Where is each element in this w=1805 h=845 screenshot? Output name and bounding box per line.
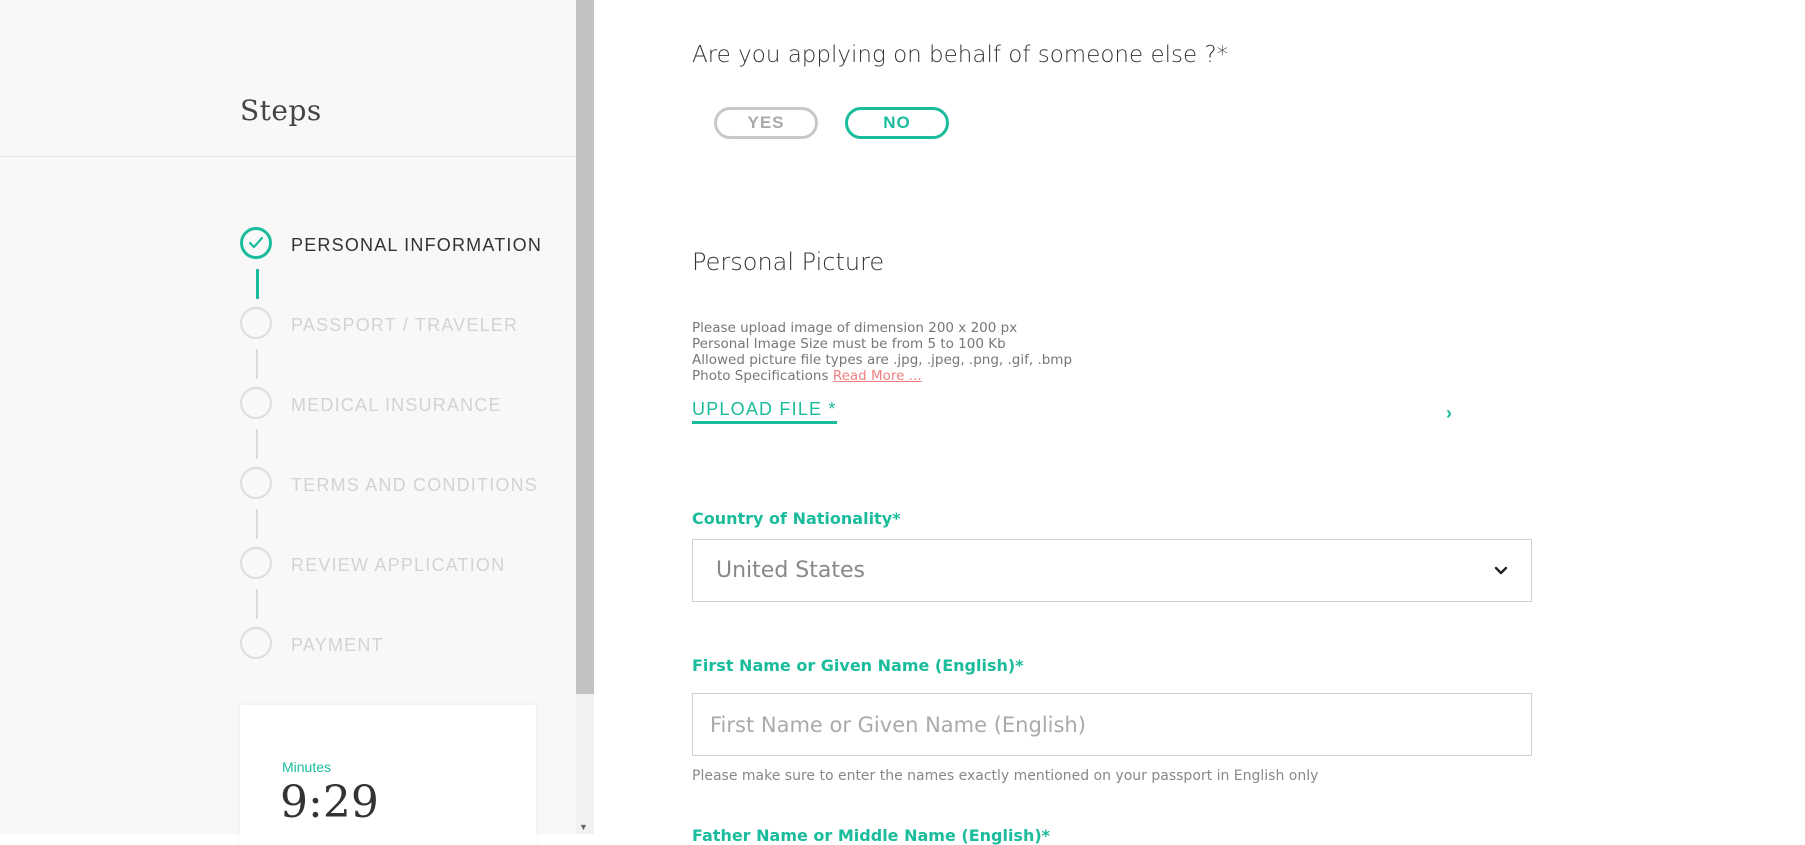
scrollbar-thumb[interactable]: [576, 0, 594, 694]
step-connector: [256, 589, 258, 619]
step-label: TERMS AND CONDITIONS: [291, 475, 539, 495]
requirement-line: Personal Image Size must be from 5 to 10…: [692, 336, 1006, 352]
chevron-right-icon[interactable]: ›: [1446, 403, 1452, 424]
scroll-down-arrow-icon[interactable]: ▼: [579, 822, 588, 832]
step-terms-and-conditions[interactable]: TERMS AND CONDITIONS: [240, 467, 570, 503]
yes-toggle-button[interactable]: YES: [714, 107, 818, 139]
step-connector: [256, 429, 258, 459]
timer-label: Minutes: [282, 759, 332, 775]
timer-card: Minutes 9:29: [240, 705, 536, 845]
step-personal-information[interactable]: PERSONAL INFORMATION: [240, 227, 570, 263]
sidebar: Steps PERSONAL INFORMATION PASSPORT / TR…: [0, 0, 576, 845]
nationality-label: Country of Nationality*: [692, 509, 901, 528]
step-connector: [256, 349, 258, 379]
upload-file-link[interactable]: UPLOAD FILE *: [692, 399, 837, 424]
photo-spec-label: Photo Specifications: [692, 368, 833, 384]
step-passport-traveler[interactable]: PASSPORT / TRAVELER: [240, 307, 570, 343]
requirement-line: Please upload image of dimension 200 x 2…: [692, 320, 1018, 336]
name-hint: Please make sure to enter the names exac…: [692, 768, 1319, 784]
step-label: MEDICAL INSURANCE: [291, 395, 502, 415]
picture-requirements: Please upload image of dimension 200 x 2…: [692, 320, 1072, 384]
step-circle-icon: [240, 387, 272, 419]
step-payment[interactable]: PAYMENT: [240, 627, 570, 663]
no-toggle-button[interactable]: NO: [845, 107, 949, 139]
step-connector: [256, 269, 259, 299]
photo-specifications: Photo Specifications Read More ...: [692, 368, 1072, 384]
steps-header: Steps: [0, 0, 576, 157]
step-connector: [256, 509, 258, 539]
first-name-input[interactable]: [692, 693, 1532, 756]
step-medical-insurance[interactable]: MEDICAL INSURANCE: [240, 387, 570, 423]
first-name-label: First Name or Given Name (English)*: [692, 656, 1024, 675]
father-name-label: Father Name or Middle Name (English)*: [692, 826, 1051, 845]
application-form: Are you applying on behalf of someone el…: [594, 0, 1805, 845]
chevron-down-icon: [1494, 566, 1508, 575]
step-circle-icon: [240, 627, 272, 659]
step-label: PERSONAL INFORMATION: [291, 235, 543, 255]
step-circle-icon: [240, 467, 272, 499]
timer-value: 9:29: [280, 777, 379, 828]
step-circle-icon: [240, 547, 272, 579]
step-label: REVIEW APPLICATION: [291, 555, 506, 575]
step-label: PASSPORT / TRAVELER: [291, 315, 519, 335]
read-more-link[interactable]: Read More ...: [833, 368, 922, 384]
step-label: PAYMENT: [291, 635, 384, 655]
step-review-application[interactable]: REVIEW APPLICATION: [240, 547, 570, 583]
personal-picture-title: Personal Picture: [692, 248, 885, 276]
nationality-select[interactable]: United States: [692, 539, 1532, 602]
nationality-value: United States: [716, 558, 865, 583]
step-circle-icon: [240, 307, 272, 339]
steps-title: Steps: [240, 94, 322, 127]
requirement-line: Allowed picture file types are .jpg, .jp…: [692, 352, 1073, 368]
behalf-question: Are you applying on behalf of someone el…: [692, 42, 1229, 68]
check-icon: [240, 227, 272, 259]
